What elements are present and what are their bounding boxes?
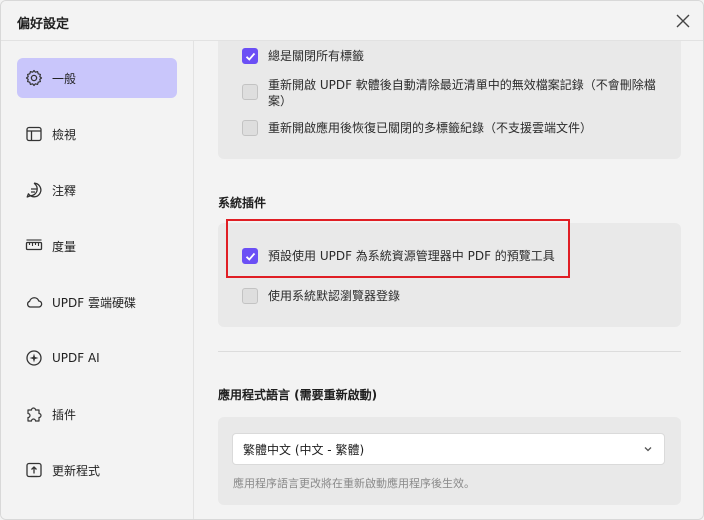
comment-icon — [24, 180, 44, 200]
layout-icon — [24, 124, 44, 144]
option-row: 使用系統默認瀏覽器登錄 — [242, 288, 662, 304]
update-icon — [24, 460, 44, 480]
general-settings-panel: 總是關閉所有標籤 重新開啟 UPDF 軟體後自動清除最近清單中的無效檔案記錄（不… — [195, 41, 703, 519]
sidebar-item-label: 度量 — [52, 239, 77, 254]
sidebar-item-label: 一般 — [52, 71, 77, 86]
close-icon — [676, 14, 690, 28]
sidebar-item-plugins[interactable]: 插件 — [17, 394, 177, 434]
sidebar-item-view[interactable]: 檢視 — [17, 114, 177, 154]
sidebar-item-updf-ai[interactable]: UPDF AI — [17, 338, 177, 378]
option-label: 重新開啟應用後恢復已關閉的多標籤紀錄（不支援雲端文件） — [268, 121, 593, 135]
preferences-window: 偏好設定 一般 檢視 注釋 度量 UPDF 雲端硬碟 UPDF AI 插件 更新… — [0, 0, 704, 520]
checkbox-restore-tabs[interactable] — [242, 120, 258, 136]
sidebar-item-comment[interactable]: 注釋 — [17, 170, 177, 210]
language-select-value: 繁體中文 (中文 - 繁體) — [243, 442, 365, 457]
sidebar-item-label: UPDF AI — [52, 351, 100, 365]
section-heading-system-plugins: 系統插件 — [218, 196, 267, 210]
ai-sparkle-icon — [24, 348, 44, 368]
sidebar-item-label: 注釋 — [52, 183, 77, 198]
option-label: 重新開啟 UPDF 軟體後自動清除最近清單中的無效檔案記錄（不會刪除檔案） — [268, 78, 656, 108]
ruler-icon — [24, 236, 44, 256]
chevron-down-icon — [644, 447, 652, 452]
highlight-box — [226, 219, 570, 278]
sidebar-item-label: 更新程式 — [52, 463, 101, 478]
close-button[interactable] — [671, 9, 695, 33]
checkbox-close-all-tabs[interactable] — [242, 48, 258, 64]
sidebar: 一般 檢視 注釋 度量 UPDF 雲端硬碟 UPDF AI 插件 更新程式 — [1, 41, 194, 519]
sidebar-item-general[interactable]: 一般 — [17, 58, 177, 98]
option-row: 總是關閉所有標籤 — [242, 48, 662, 64]
sidebar-item-measure[interactable]: 度量 — [17, 226, 177, 266]
gear-icon — [24, 68, 44, 88]
sidebar-item-label: 插件 — [52, 407, 77, 422]
window-title: 偏好設定 — [17, 17, 70, 32]
cloud-icon — [24, 292, 44, 312]
section-divider — [218, 351, 681, 352]
checkbox-clear-invalid-records[interactable] — [242, 84, 258, 100]
title-bar: 偏好設定 — [1, 1, 703, 41]
sidebar-item-label: UPDF 雲端硬碟 — [52, 295, 136, 310]
section-heading-language: 應用程式語言 (需要重新啟動) — [218, 388, 378, 402]
sidebar-item-cloud[interactable]: UPDF 雲端硬碟 — [17, 282, 177, 322]
language-hint: 應用程序語言更改將在重新啟動應用程序後生效。 — [233, 477, 475, 490]
checkmark-icon — [245, 52, 255, 61]
language-select[interactable]: 繁體中文 (中文 - 繁體) — [232, 433, 665, 465]
option-label: 總是關閉所有標籤 — [268, 49, 365, 63]
sidebar-item-update[interactable]: 更新程式 — [17, 450, 177, 490]
sidebar-item-label: 檢視 — [52, 127, 77, 142]
option-row: 重新開啟應用後恢復已關閉的多標籤紀錄（不支援雲端文件） — [242, 120, 662, 136]
option-row: 重新開啟 UPDF 軟體後自動清除最近清單中的無效檔案記錄（不會刪除檔案） — [242, 77, 662, 109]
puzzle-icon — [24, 404, 44, 424]
checkbox-browser-login[interactable] — [242, 288, 258, 304]
option-label: 使用系統默認瀏覽器登錄 — [268, 289, 401, 303]
